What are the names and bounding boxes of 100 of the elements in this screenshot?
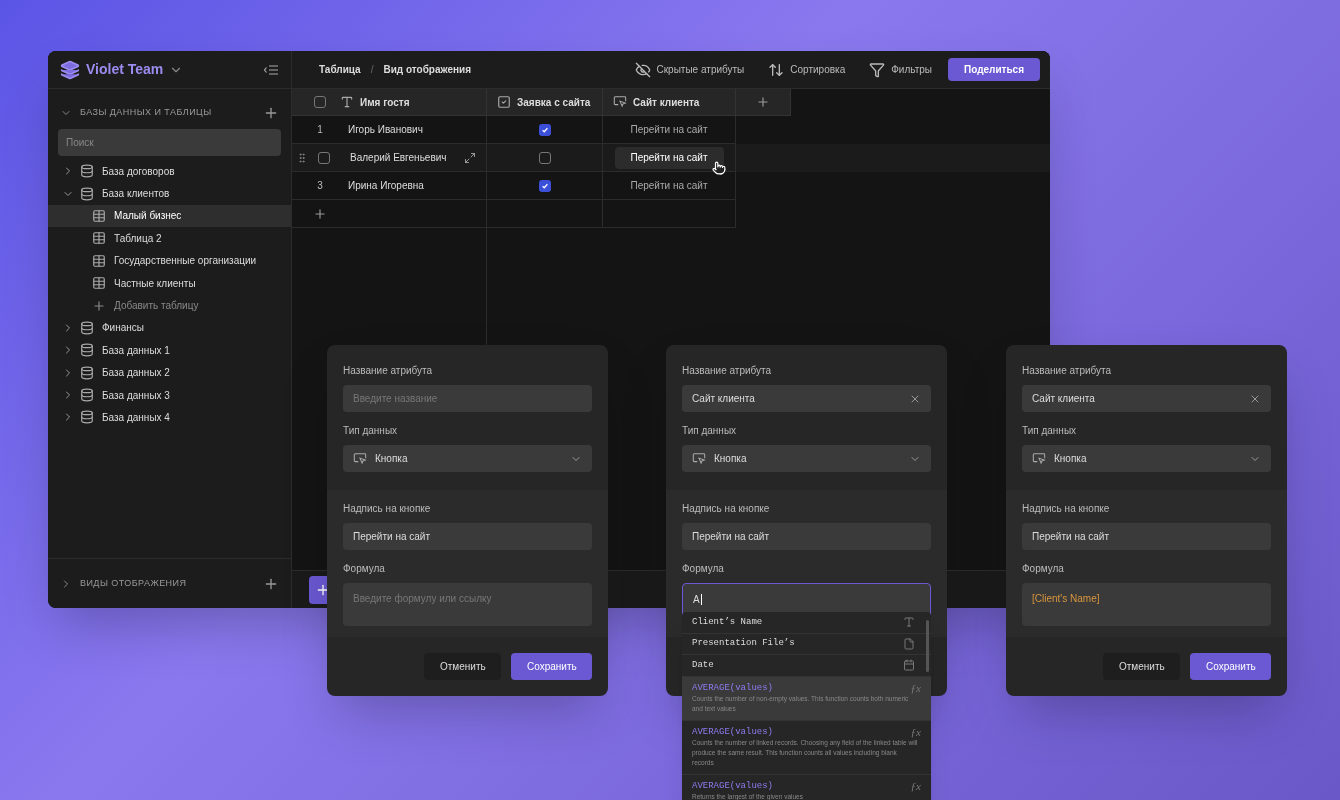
table-item[interactable]: Государственные организации xyxy=(48,249,291,272)
layers-logo-icon xyxy=(60,59,80,80)
cell-link-button[interactable]: Перейти на сайт xyxy=(614,146,724,169)
toolbar-button[interactable]: Скрытые атрибуты xyxy=(634,61,745,78)
field-label: Тип данных xyxy=(343,424,399,438)
column-header[interactable]: Имя гостя xyxy=(292,89,487,116)
filter-icon xyxy=(869,61,886,78)
function-icon: ƒx xyxy=(910,682,921,694)
table-icon xyxy=(92,276,106,291)
add-row-icon[interactable] xyxy=(313,206,327,221)
table-row[interactable]: Валерий Евгеньевич Перейти на сайт xyxy=(292,144,1050,172)
plus-icon xyxy=(756,95,770,109)
database-label: База данных 1 xyxy=(102,343,170,358)
type-select[interactable]: Кнопка xyxy=(1022,445,1271,472)
add-table-item[interactable]: Добавить таблицу xyxy=(48,294,291,317)
cell-link-button[interactable]: Перейти на сайт xyxy=(614,174,724,197)
caption-field[interactable]: Перейти на сайт xyxy=(343,523,592,550)
field-label: Формула xyxy=(682,562,725,576)
name-field[interactable]: Введите название xyxy=(343,385,592,412)
breadcrumb-item[interactable]: Таблица xyxy=(319,62,361,77)
database-icon xyxy=(80,164,94,179)
table-item[interactable]: Частные клиенты xyxy=(48,271,291,295)
field-name: Date xyxy=(692,658,714,672)
table-label: Частные клиенты xyxy=(114,276,196,291)
name-field[interactable]: Сайт клиента xyxy=(1022,385,1271,412)
add-icon[interactable] xyxy=(263,105,279,121)
cancel-button[interactable]: Отменить xyxy=(424,653,501,680)
table-cell-text: Валерий Евгеньевич xyxy=(350,151,447,165)
cell-link-button[interactable]: Перейти на сайт xyxy=(614,118,724,141)
checkbox[interactable] xyxy=(538,179,551,192)
breadcrumb-item[interactable]: Вид отображения xyxy=(383,62,472,77)
toolbar-button[interactable]: Фильтры xyxy=(869,61,932,78)
field-label: Формула xyxy=(1022,562,1065,576)
database-item[interactable]: База данных 2 xyxy=(48,361,291,384)
cursor-screen-icon xyxy=(613,95,627,109)
column-header[interactable]: Сайт клиента xyxy=(603,89,736,116)
toolbar-button[interactable]: Сортировка xyxy=(768,61,846,78)
database-item[interactable]: База договоров xyxy=(48,160,291,183)
column-header[interactable]: Заявка с сайта xyxy=(487,89,603,116)
workspace-name[interactable]: Violet Team xyxy=(86,59,164,80)
table-item[interactable]: Малый бизнес xyxy=(48,204,291,228)
database-label: База договоров xyxy=(102,164,175,179)
database-item[interactable]: База данных 3 xyxy=(48,383,291,407)
formula-field[interactable]: [Client's Name] xyxy=(1022,583,1271,626)
table-row[interactable]: 3 Ирина Игоревна Перейти на сайт xyxy=(292,172,1050,200)
section-title: ВИДЫ ОТОБРАЖЕНИЯ xyxy=(80,576,187,590)
table-icon xyxy=(92,231,106,246)
checkmark-icon xyxy=(540,125,549,134)
database-item[interactable]: База данных 4 xyxy=(48,406,291,429)
caption-field[interactable]: Перейти на сайт xyxy=(682,523,931,550)
calendar-icon xyxy=(903,659,915,672)
field-label: Тип данных xyxy=(682,424,738,438)
search-field[interactable]: Поиск xyxy=(58,129,281,156)
field-name: Presentation File’s xyxy=(692,637,795,650)
function-icon: ƒx xyxy=(910,780,921,792)
field-label: Тип данных xyxy=(1022,424,1078,438)
function-name: AVERAGE(values) xyxy=(692,726,773,738)
field-name: Client’s Name xyxy=(692,615,763,629)
table-icon xyxy=(92,208,106,223)
database-item[interactable]: База данных 1 xyxy=(48,339,291,362)
caption-field[interactable]: Перейти на сайт xyxy=(1022,523,1271,550)
table-icon xyxy=(92,253,106,268)
database-icon xyxy=(80,343,94,358)
table-cell-text: Ирина Игоревна xyxy=(348,179,424,193)
type-select[interactable]: Кнопка xyxy=(343,445,592,472)
cancel-button[interactable]: Отменить xyxy=(1103,653,1180,680)
database-label: База данных 3 xyxy=(102,388,170,403)
database-icon xyxy=(80,410,94,425)
database-label: Финансы xyxy=(102,321,144,336)
expand-icon[interactable] xyxy=(464,151,476,164)
field-reference: [Client's Name] xyxy=(1032,593,1100,604)
database-item[interactable]: База клиентов xyxy=(48,182,291,205)
drag-handle-icon[interactable] xyxy=(296,151,308,164)
save-button[interactable]: Сохранить xyxy=(511,653,592,680)
field-label: Надпись на кнопке xyxy=(682,502,771,516)
cursor-screen-icon xyxy=(692,451,706,466)
share-button[interactable]: Поделиться xyxy=(948,58,1040,81)
checkbox[interactable] xyxy=(538,123,551,136)
plus-icon xyxy=(92,298,106,313)
formula-text: A xyxy=(693,594,702,605)
function-name: AVERAGE(values) xyxy=(692,682,773,694)
database-label: База клиентов xyxy=(102,187,170,202)
save-button[interactable]: Сохранить xyxy=(1190,653,1271,680)
column-title: Заявка с сайта xyxy=(517,95,591,110)
name-field[interactable]: Сайт клиента xyxy=(682,385,931,412)
database-item[interactable]: Финансы xyxy=(48,316,291,340)
type-select[interactable]: Кнопка xyxy=(682,445,931,472)
field-label: Надпись на кнопке xyxy=(1022,502,1111,516)
field-label: Название атрибута xyxy=(682,364,773,378)
field-label: Название атрибута xyxy=(343,364,434,378)
section-title: БАЗЫ ДАННЫХ И ТАБЛИЦЫ xyxy=(80,106,212,120)
text-type-icon xyxy=(340,95,354,109)
checkbox-type-icon xyxy=(497,95,511,109)
checkbox[interactable] xyxy=(538,151,551,164)
database-label: База данных 4 xyxy=(102,411,170,425)
table-label: Государственные организации xyxy=(114,254,257,269)
checkbox[interactable] xyxy=(318,151,330,164)
function-icon: ƒx xyxy=(910,726,921,738)
checkbox[interactable] xyxy=(314,96,326,108)
table-item[interactable]: Таблица 2 xyxy=(48,227,291,250)
